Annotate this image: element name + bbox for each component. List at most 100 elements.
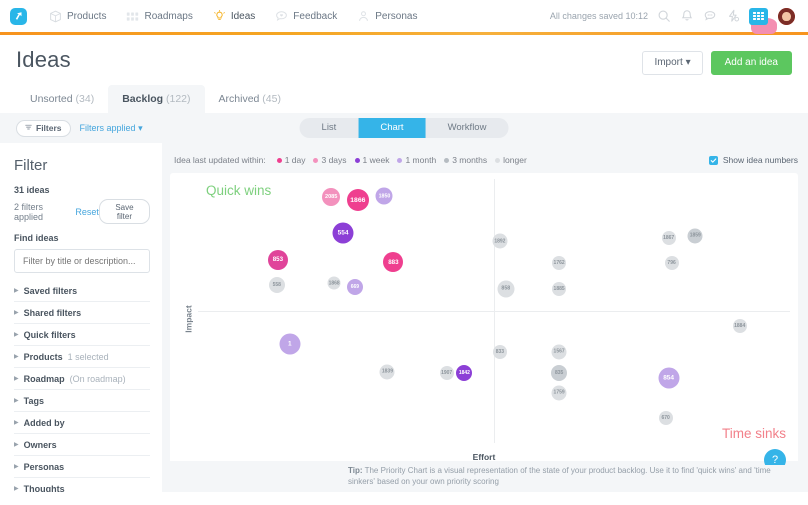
caret-right-icon: ▶ — [14, 464, 19, 470]
idea-bubble[interactable]: 835 — [551, 365, 567, 381]
legend-label: 3 days — [321, 155, 346, 165]
sidebar-item-label: Thoughts — [24, 484, 65, 492]
idea-bubble[interactable]: 2085 — [322, 188, 340, 206]
nav-item-roadmaps[interactable]: Roadmaps — [116, 0, 202, 32]
idea-bubble[interactable]: 1867 — [662, 231, 676, 245]
sidebar-item-thoughts[interactable]: ▶Thoughts — [14, 477, 150, 492]
legend-entry-1-month[interactable]: 1 month — [397, 155, 436, 165]
nav-label-products: Products — [67, 11, 106, 22]
legend-entry-1-week[interactable]: 1 week — [355, 155, 390, 165]
sidebar-item-personas[interactable]: ▶Personas — [14, 455, 150, 477]
chart-panel: Idea last updated within: 1 day 3 days 1… — [162, 143, 808, 492]
tab-unsorted[interactable]: Unsorted (34) — [16, 85, 108, 113]
idea-bubble[interactable]: 1762 — [552, 256, 566, 270]
legend-entry-3-months[interactable]: 3 months — [444, 155, 487, 165]
tip-body: The Priority Chart is a visual represent… — [348, 466, 771, 486]
page-header: Ideas Import ▾ Add an idea — [0, 35, 808, 75]
filters-button[interactable]: Filters — [16, 120, 71, 137]
sidebar-item-roadmap[interactable]: ▶Roadmap(On roadmap) — [14, 367, 150, 389]
idea-bubble[interactable]: 1567 — [552, 344, 567, 359]
view-switcher: List Chart Workflow — [300, 118, 509, 137]
tip-prefix: Tip: — [348, 466, 363, 475]
idea-bubble[interactable]: 796 — [665, 256, 679, 270]
tab-backlog-label: Backlog — [122, 93, 163, 105]
integrations-icon[interactable] — [726, 9, 740, 23]
sidebar-item-tags[interactable]: ▶Tags — [14, 389, 150, 411]
avatar[interactable] — [777, 7, 796, 26]
sidebar-item-quick-filters[interactable]: ▶Quick filters — [14, 323, 150, 345]
apps-grid-icon[interactable] — [749, 8, 768, 25]
idea-bubble[interactable]: 1884 — [733, 319, 747, 333]
idea-bubble[interactable]: 1850 — [376, 188, 393, 205]
nav-item-feedback[interactable]: Feedback — [265, 0, 347, 32]
sidebar-item-label: Products — [24, 352, 63, 362]
view-option-chart[interactable]: Chart — [358, 118, 425, 137]
legend-entry-3-days[interactable]: 3 days — [313, 155, 346, 165]
bell-icon[interactable] — [680, 9, 694, 23]
app-logo[interactable] — [10, 8, 27, 25]
idea-bubble[interactable]: 853 — [268, 250, 288, 270]
legend-label: 1 month — [405, 155, 436, 165]
checkbox-checked-icon — [709, 156, 718, 165]
legend-entry-1-day[interactable]: 1 day — [277, 155, 306, 165]
legend-dot — [277, 158, 282, 163]
chart-legend: Idea last updated within: 1 day 3 days 1… — [170, 151, 798, 169]
sidebar-item-saved-filters[interactable]: ▶Saved filters — [14, 280, 150, 301]
tab-backlog[interactable]: Backlog (122) — [108, 85, 204, 113]
chevron-down-icon: ▾ — [686, 57, 691, 68]
caret-right-icon: ▶ — [14, 310, 19, 316]
idea-bubble[interactable]: 1759 — [552, 385, 567, 400]
idea-bubble[interactable]: 670 — [659, 411, 673, 425]
idea-bubble[interactable]: 1866 — [347, 189, 369, 211]
sidebar-item-label: Roadmap — [24, 374, 65, 384]
idea-bubble[interactable]: 1868 — [328, 277, 341, 290]
search-input[interactable] — [14, 249, 150, 273]
page-title: Ideas — [16, 47, 71, 73]
search-icon[interactable] — [657, 9, 671, 23]
help-button[interactable]: ? — [764, 449, 786, 465]
save-filter-button[interactable]: Save filter — [99, 199, 150, 224]
idea-bubble[interactable]: 1842 — [456, 365, 472, 381]
sidebar-item-added-by[interactable]: ▶Added by — [14, 411, 150, 433]
sidebar-item-label: Added by — [24, 418, 65, 428]
find-ideas-label: Find ideas — [14, 233, 150, 243]
idea-bubble[interactable]: 1 — [279, 334, 300, 355]
idea-bubble[interactable]: 1885 — [552, 282, 566, 296]
sidebar-item-products[interactable]: ▶Products1 selected — [14, 345, 150, 367]
nav-item-ideas[interactable]: Ideas — [203, 0, 265, 32]
sidebar-item-owners[interactable]: ▶Owners — [14, 433, 150, 455]
idea-bubble[interactable]: 883 — [383, 252, 403, 272]
idea-bubble[interactable]: 1839 — [380, 364, 395, 379]
tab-archived-count: (45) — [262, 93, 281, 105]
idea-bubble[interactable]: 1907 — [440, 366, 454, 380]
show-idea-numbers-toggle[interactable]: Show idea numbers — [709, 155, 798, 165]
apps-grid-glyph — [753, 12, 764, 21]
tab-unsorted-label: Unsorted — [30, 93, 73, 105]
tab-archived[interactable]: Archived (45) — [205, 85, 295, 113]
view-option-list[interactable]: List — [300, 118, 359, 137]
idea-bubble[interactable]: 858 — [497, 280, 514, 297]
chat-icon[interactable] — [703, 9, 717, 23]
idea-bubble[interactable]: 669 — [347, 279, 363, 295]
add-idea-button[interactable]: Add an idea — [711, 51, 792, 75]
idea-bubble[interactable]: 1892 — [492, 234, 507, 249]
idea-bubble[interactable]: 1859 — [688, 228, 703, 243]
idea-bubble[interactable]: 558 — [269, 277, 285, 293]
nav-label-personas: Personas — [375, 11, 417, 22]
priority-chart-card: Impact Quick wins Time sinks 20851866185… — [170, 173, 798, 465]
idea-bubble[interactable]: 854 — [658, 368, 679, 389]
legend-label: longer — [503, 155, 527, 165]
nav-item-products[interactable]: Products — [39, 0, 116, 32]
idea-bubble[interactable]: 833 — [493, 345, 507, 359]
nav-item-personas[interactable]: Personas — [347, 0, 427, 32]
chart-plot-area[interactable]: Quick wins Time sinks 208518661850554853… — [198, 179, 790, 443]
import-button[interactable]: Import ▾ — [642, 51, 702, 75]
idea-bubble[interactable]: 554 — [333, 223, 354, 244]
sidebar-item-shared-filters[interactable]: ▶Shared filters — [14, 301, 150, 323]
legend-entry-longer[interactable]: longer — [495, 155, 527, 165]
view-option-workflow[interactable]: Workflow — [426, 118, 509, 137]
reset-filters-link[interactable]: Reset — [75, 207, 99, 217]
save-status-text: All changes saved 10:12 — [550, 11, 648, 21]
legend-dot — [444, 158, 449, 163]
filters-applied-dropdown[interactable]: Filters applied ▾ — [80, 123, 143, 134]
